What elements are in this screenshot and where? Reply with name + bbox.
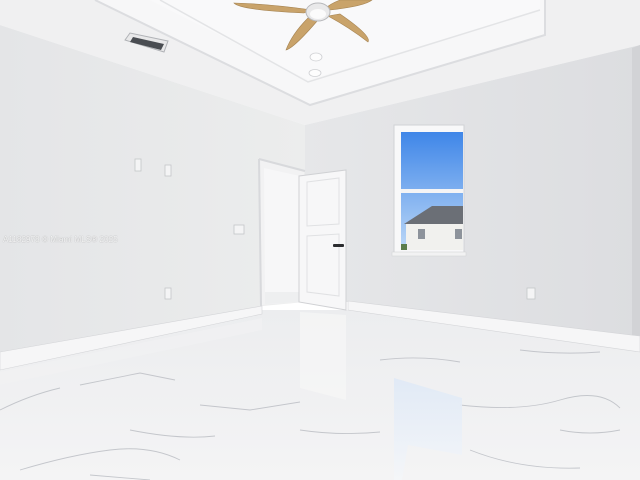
recessed-light <box>309 52 323 62</box>
door-reflection <box>300 312 346 400</box>
neighbor-house-wall <box>406 224 463 250</box>
outlet <box>164 287 172 300</box>
window-mullion <box>401 189 463 193</box>
neighbor-window <box>455 229 462 239</box>
mls-watermark: A1182978 © Miami MLS® 2025 <box>3 235 118 244</box>
light-switch <box>164 164 172 177</box>
doorway-interior-wall <box>264 168 300 292</box>
window-sill <box>391 251 467 257</box>
window <box>391 124 467 257</box>
hedge <box>401 244 407 250</box>
doorway-interior-floor <box>265 292 300 304</box>
outlet <box>526 287 536 300</box>
right-wall-edge <box>632 45 640 360</box>
light-switch <box>134 158 142 172</box>
fan-light <box>310 9 326 19</box>
door-handle <box>333 244 344 247</box>
wall-switch-plate <box>233 224 245 235</box>
recessed-light <box>308 69 322 77</box>
neighbor-window <box>418 229 425 239</box>
